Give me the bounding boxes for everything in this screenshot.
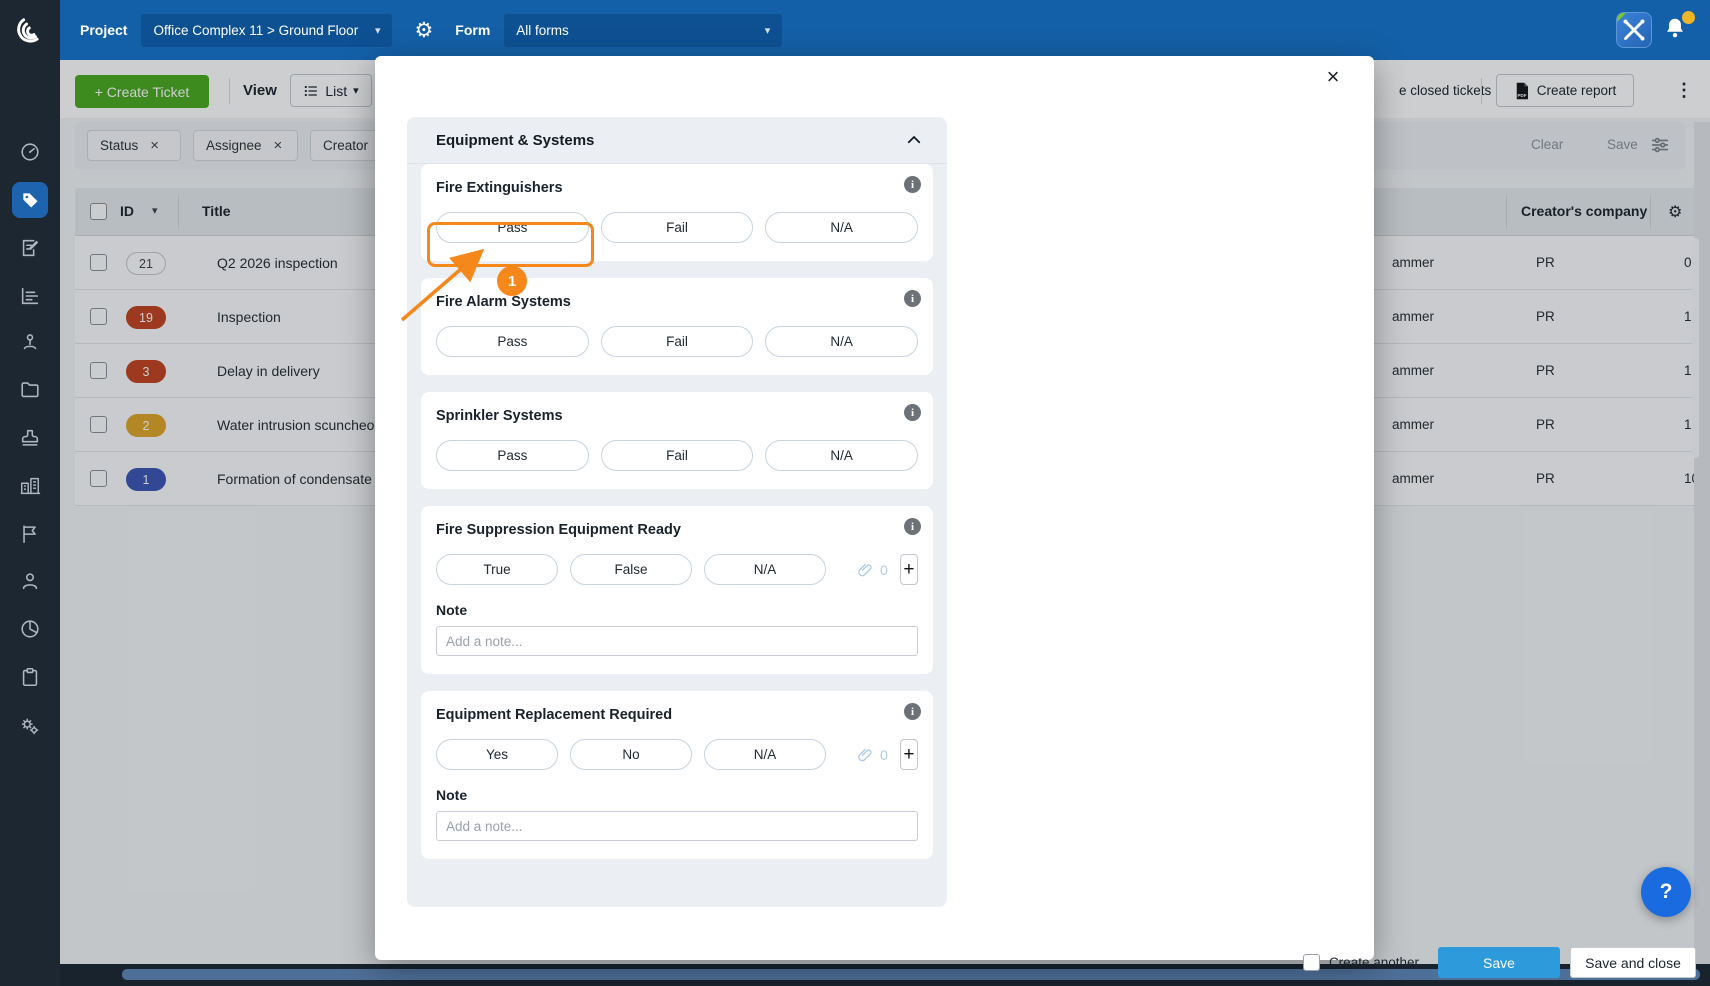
option-na-button[interactable]: N/A <box>765 440 918 471</box>
option-pass-button[interactable]: Pass <box>436 212 589 243</box>
paperclip-icon <box>856 746 874 764</box>
gantt-chart-icon[interactable] <box>19 285 41 307</box>
option-pass-button[interactable]: Pass <box>436 440 589 471</box>
option-na-button[interactable]: N/A <box>765 212 918 243</box>
form-section-panel: Equipment & Systems Fire Extinguishers i… <box>407 117 947 907</box>
field-label: Equipment Replacement Required <box>436 707 918 723</box>
section-header-equipment-systems[interactable]: Equipment & Systems <box>407 117 947 164</box>
info-icon[interactable]: i <box>904 176 921 193</box>
buildings-icon[interactable] <box>19 475 41 497</box>
chevron-up-icon[interactable] <box>905 131 923 149</box>
attachments-control[interactable]: 0 <box>856 746 888 764</box>
modal-footer: Create another Save Save and close <box>1303 947 1696 978</box>
project-select-value: Office Complex 11 > Ground Floor <box>153 23 358 38</box>
option-fail-button[interactable]: Fail <box>601 212 754 243</box>
field-card-fire-suppression-ready: Fire Suppression Equipment Ready i True … <box>421 506 933 674</box>
option-pass-button[interactable]: Pass <box>436 326 589 357</box>
chevron-down-icon: ▾ <box>751 24 771 37</box>
person-icon[interactable] <box>19 570 41 592</box>
sidebar-nav <box>0 60 60 986</box>
note-label: Note <box>436 787 918 803</box>
sidebar-item-tickets-active[interactable] <box>12 182 48 218</box>
info-icon[interactable]: i <box>904 518 921 535</box>
section-title: Equipment & Systems <box>436 132 594 149</box>
info-icon[interactable]: i <box>904 404 921 421</box>
field-card-equipment-replacement: Equipment Replacement Required i Yes No … <box>421 691 933 859</box>
option-yes-button[interactable]: Yes <box>436 739 558 770</box>
field-card-fire-extinguishers: Fire Extinguishers i Pass Fail N/A <box>421 164 933 261</box>
notifications-button[interactable] <box>1662 13 1694 47</box>
option-false-button[interactable]: False <box>570 554 692 585</box>
field-card-fire-alarm-systems: Fire Alarm Systems i Pass Fail N/A <box>421 278 933 375</box>
app-logo[interactable] <box>0 0 60 60</box>
stamp-icon[interactable] <box>19 427 41 449</box>
field-label: Fire Alarm Systems <box>436 294 918 310</box>
project-select[interactable]: Office Complex 11 > Ground Floor ▾ <box>141 14 392 47</box>
top-bar: Project Office Complex 11 > Ground Floor… <box>0 0 1710 60</box>
option-fail-button[interactable]: Fail <box>601 440 754 471</box>
field-card-sprinkler-systems: Sprinkler Systems i Pass Fail N/A <box>421 392 933 489</box>
note-input[interactable] <box>436 626 918 656</box>
attachments-control[interactable]: 0 <box>856 561 888 579</box>
info-icon[interactable]: i <box>904 703 921 720</box>
option-fail-button[interactable]: Fail <box>601 326 754 357</box>
attachment-count: 0 <box>880 562 888 578</box>
paperclip-icon <box>856 561 874 579</box>
clipboard-icon[interactable] <box>19 666 41 688</box>
form-select-value: All forms <box>516 23 569 38</box>
swirl-logo-icon <box>8 8 52 52</box>
field-label: Fire Suppression Equipment Ready <box>436 522 918 538</box>
person-pin-icon[interactable] <box>19 331 41 353</box>
annotation-step-badge: 1 <box>497 266 527 296</box>
modal-scrollbar-thumb[interactable] <box>1692 238 1699 458</box>
chevron-down-icon: ▾ <box>361 24 381 37</box>
option-na-button[interactable]: N/A <box>704 554 826 585</box>
add-attachment-button[interactable]: + <box>900 739 918 770</box>
field-label: Fire Extinguishers <box>436 180 918 196</box>
folder-icon[interactable] <box>19 379 41 401</box>
project-settings-gear-icon[interactable]: ⚙ <box>414 20 433 41</box>
note-label: Note <box>436 602 918 618</box>
add-attachment-button[interactable]: + <box>900 554 918 585</box>
option-no-button[interactable]: No <box>570 739 692 770</box>
field-label: Sprinkler Systems <box>436 408 918 424</box>
note-input[interactable] <box>436 811 918 841</box>
form-edit-icon[interactable] <box>19 237 41 259</box>
flag-icon[interactable] <box>19 523 41 545</box>
notification-dot <box>1682 11 1695 24</box>
attachment-count: 0 <box>880 747 888 763</box>
gears-icon[interactable] <box>19 715 41 737</box>
gauge-icon[interactable] <box>19 141 41 163</box>
option-na-button[interactable]: N/A <box>704 739 826 770</box>
option-na-button[interactable]: N/A <box>765 326 918 357</box>
create-another-checkbox[interactable] <box>1303 954 1320 971</box>
create-another-label: Create another <box>1329 955 1419 970</box>
form-select[interactable]: All forms ▾ <box>504 14 782 47</box>
save-button[interactable]: Save <box>1438 947 1560 978</box>
form-label: Form <box>455 22 490 38</box>
pie-chart-icon[interactable] <box>19 618 41 640</box>
green-corner-accent <box>1617 13 1626 22</box>
modal-close-button[interactable]: × <box>1318 62 1348 92</box>
save-and-close-button[interactable]: Save and close <box>1570 947 1696 978</box>
tag-icon <box>20 190 40 210</box>
option-true-button[interactable]: True <box>436 554 558 585</box>
project-label: Project <box>80 22 127 38</box>
help-button[interactable]: ? <box>1641 867 1691 917</box>
app-switcher-button[interactable] <box>1616 12 1652 48</box>
info-icon[interactable]: i <box>904 290 921 307</box>
